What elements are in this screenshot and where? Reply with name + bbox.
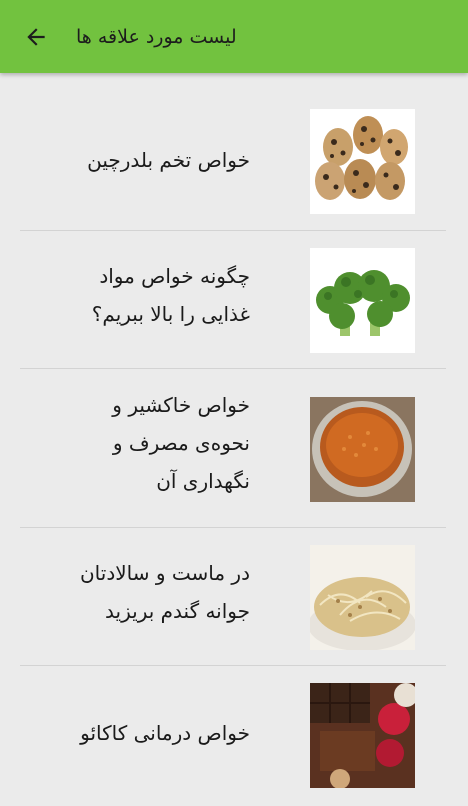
back-button[interactable] [14, 18, 58, 56]
item-title: خواص درمانی کاکائو [80, 721, 250, 745]
item-title: در ماست و سالادتان جوانه گندم بریزید [79, 561, 250, 623]
list-item[interactable]: خواص خاکشیر و نحوه‌ی مصرف و نگهداری آن [20, 369, 446, 528]
item-title: چگونه خواص مواد غذایی را بالا ببریم؟ [91, 264, 250, 326]
list-item[interactable]: در ماست و سالادتان جوانه گندم بریزید [20, 528, 446, 666]
list-item[interactable]: خواص درمانی کاکائو [20, 666, 446, 806]
wheat-sprouts-image [310, 545, 415, 650]
cocoa-chocolate-image [310, 683, 415, 788]
list-item[interactable]: خواص تخم بلدرچین [20, 73, 446, 231]
broccoli-image [310, 248, 415, 353]
page-title: لیست مورد علاقه ها [76, 26, 237, 48]
arrow-left-icon [27, 28, 45, 46]
item-title: خواص تخم بلدرچین [87, 148, 250, 172]
list-item[interactable]: چگونه خواص مواد غذایی را بالا ببریم؟ [20, 231, 446, 369]
app-bar: لیست مورد علاقه ها [0, 0, 468, 73]
khakshir-seeds-image [310, 397, 415, 502]
item-title: خواص خاکشیر و نحوه‌ی مصرف و نگهداری آن [112, 393, 250, 493]
quail-eggs-image [310, 109, 415, 214]
